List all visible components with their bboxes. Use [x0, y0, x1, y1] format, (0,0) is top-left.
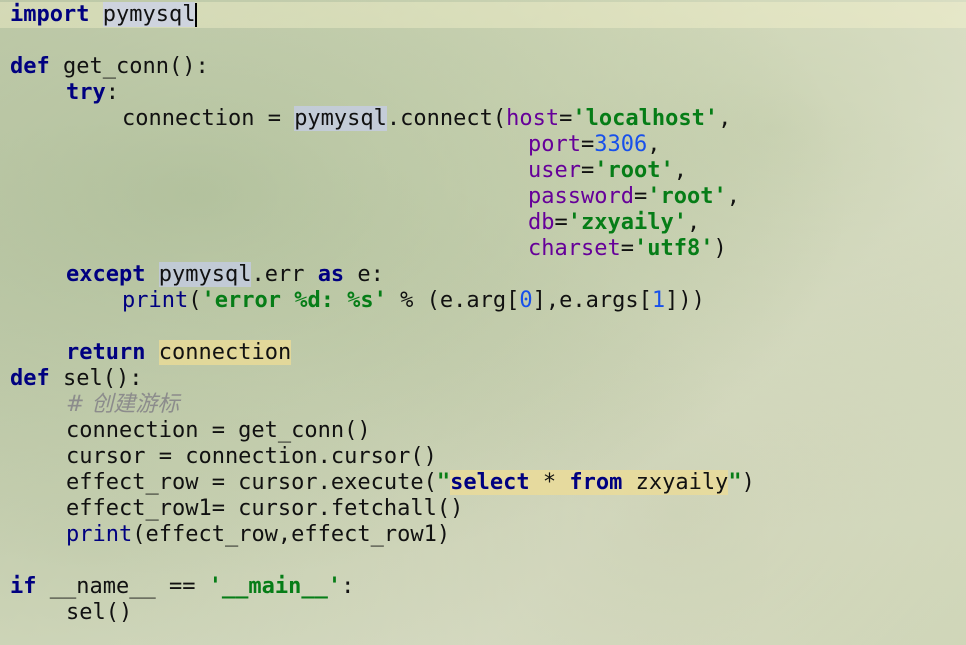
variable-usage: connection [158, 340, 292, 365]
code-line-17[interactable]: effect_row = cursor.execute("select * fr… [66, 470, 755, 496]
function-def: sel(): [49, 366, 143, 391]
statement: effect_row1= cursor.fetchall() [66, 496, 464, 521]
text-caret [195, 3, 198, 27]
comma: , [686, 210, 701, 235]
comma: , [726, 184, 740, 209]
sql-keyword: from [569, 470, 623, 495]
open-paren: ( [188, 288, 202, 313]
close-paren: ])) [665, 288, 705, 313]
code-line-13[interactable]: def sel(): [10, 366, 142, 392]
sql-star: * [529, 470, 570, 495]
equals: = [559, 106, 573, 131]
statement: cursor = connection.cursor() [66, 444, 437, 469]
module-name: pymysql [294, 106, 387, 131]
comment: # 创建游标 [66, 392, 180, 417]
module-name: pymysql [158, 262, 252, 287]
statement: sel() [66, 600, 133, 625]
string-literal: 'root' [647, 184, 727, 209]
equals: = [580, 132, 595, 157]
code-line-18[interactable]: effect_row1= cursor.fetchall() [66, 496, 463, 522]
module-name: pymysql [102, 2, 196, 27]
colon: : [341, 574, 355, 599]
code-editor[interactable]: import pymysql def get_conn(): try: conn… [0, 0, 966, 645]
param-name: user [528, 158, 581, 183]
variable: e: [344, 262, 384, 287]
string-literal: '__main__' [208, 574, 342, 599]
equals: = [554, 210, 568, 235]
keyword: except [66, 262, 146, 287]
param-name: db [528, 210, 555, 235]
param-name: charset [528, 236, 621, 261]
code-line-4[interactable]: connection = pymysql.connect(host='local… [122, 106, 731, 132]
keyword: def [10, 54, 50, 79]
expression: % (e.arg[ [386, 288, 520, 313]
expression: __name__ == [36, 574, 209, 599]
number-literal: 1 [651, 288, 666, 313]
statement: effect_row = cursor.execute( [66, 470, 437, 495]
builtin-function: print [122, 288, 189, 313]
sql-keyword: select [450, 470, 530, 495]
code-line-11[interactable]: print('error %d: %s' % (e.arg[0],e.args[… [122, 288, 705, 314]
code-line-21[interactable]: sel() [66, 600, 132, 626]
expression: ],e.args[ [532, 288, 652, 313]
string-literal: 'utf8' [633, 236, 714, 261]
code-line-10[interactable]: except pymysql.err as e: [66, 262, 384, 288]
code-line-8[interactable]: db='zxyaily', [528, 210, 700, 236]
statement: connection = get_conn() [66, 418, 371, 443]
function-def: get_conn(): [63, 54, 209, 79]
code-line-1[interactable]: import pymysql [0, 2, 966, 28]
close-paren: ) [713, 236, 727, 261]
keyword: as [317, 262, 345, 287]
comma: , [718, 106, 732, 131]
string-literal: 'zxyaily' [567, 210, 687, 235]
param-name: password [528, 184, 634, 209]
keyword: def [10, 366, 50, 391]
keyword: return [66, 340, 146, 365]
keyword: import [10, 2, 90, 27]
arguments: (effect_row,effect_row1) [132, 522, 451, 547]
code-line-7[interactable]: password='root', [528, 184, 740, 210]
number-literal: 0 [519, 288, 533, 313]
equals: = [620, 236, 634, 261]
string-literal: 'error %d: %s' [201, 288, 387, 313]
string-literal: 'root' [594, 158, 674, 183]
attribute: .err [251, 262, 318, 287]
comma: , [647, 132, 661, 157]
param-name: host [506, 106, 560, 131]
comma: , [673, 158, 687, 183]
code-line-16[interactable]: cursor = connection.cursor() [66, 444, 437, 470]
code-line-19[interactable]: print(effect_row,effect_row1) [66, 522, 450, 548]
number-literal: 3306 [594, 132, 648, 157]
assign-prefix: connection = [122, 106, 295, 131]
code-line-9[interactable]: charset='utf8') [528, 236, 727, 262]
colon: : [105, 80, 119, 105]
code-line-3[interactable]: try: [66, 80, 119, 106]
close-paren: ) [741, 470, 755, 495]
code-line-6[interactable]: user='root', [528, 158, 687, 184]
sql-table: zxyaily [622, 470, 729, 495]
code-line-14[interactable]: # 创建游标 [66, 392, 179, 418]
equals: = [633, 184, 648, 209]
quote: " [436, 470, 451, 495]
keyword: try [66, 80, 106, 105]
code-line-12[interactable]: return connection [66, 340, 292, 366]
call: .connect( [386, 106, 507, 131]
code-line-15[interactable]: connection = get_conn() [66, 418, 371, 444]
equals: = [580, 158, 595, 183]
code-line-5[interactable]: port=3306, [528, 132, 660, 158]
string-literal: 'localhost' [572, 106, 719, 131]
param-name: port [528, 132, 581, 157]
code-line-20[interactable]: if __name__ == '__main__': [10, 574, 354, 600]
keyword: if [10, 574, 37, 599]
quote: " [728, 470, 742, 495]
code-line-2[interactable]: def get_conn(): [10, 54, 209, 80]
builtin-function: print [66, 522, 133, 547]
